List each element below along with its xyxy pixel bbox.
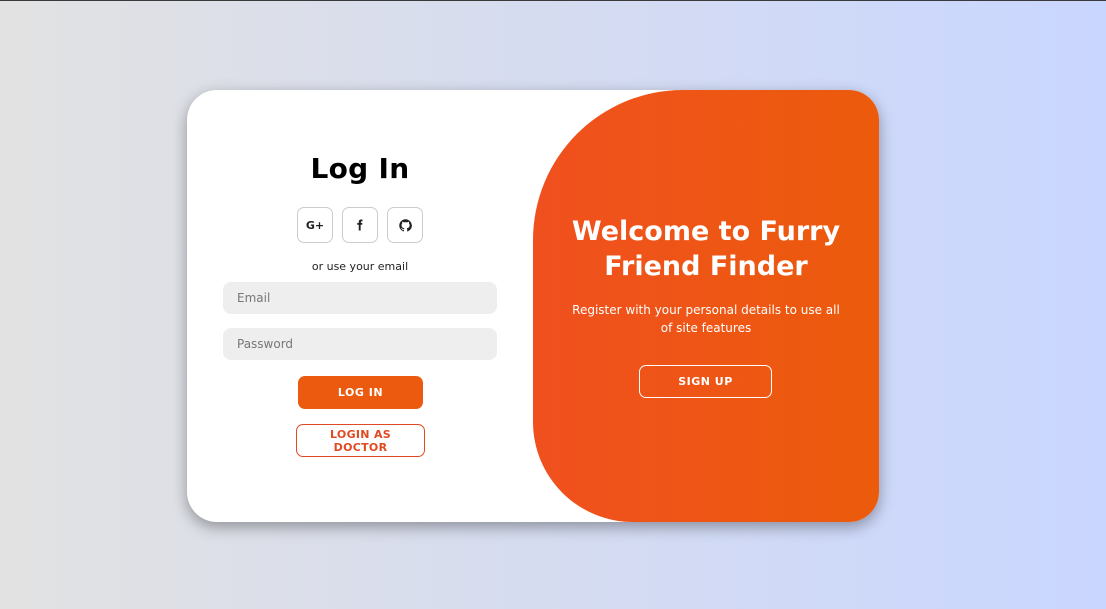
facebook-button[interactable] <box>342 207 378 243</box>
facebook-icon <box>357 219 363 231</box>
social-login-row: G+ <box>297 207 423 243</box>
login-button[interactable]: LOG IN <box>298 376 423 409</box>
welcome-panel: Welcome to Furry Friend Finder Register … <box>533 90 879 522</box>
welcome-subtext: Register with your personal details to u… <box>553 301 859 337</box>
github-button[interactable] <box>387 207 423 243</box>
welcome-heading-line-1: Welcome to Furry <box>571 216 841 247</box>
welcome-subtext-line-2: of site features <box>660 321 752 335</box>
google-plus-icon: G+ <box>305 218 325 232</box>
github-icon <box>398 218 412 231</box>
login-form: Log In G+ or use your email LOG IN LOGIN… <box>187 90 533 522</box>
welcome-heading: Welcome to Furry Friend Finder <box>533 214 879 284</box>
welcome-heading-line-2: Friend Finder <box>604 251 808 282</box>
welcome-subtext-line-1: Register with your personal details to u… <box>572 303 840 317</box>
auth-card: Log In G+ or use your email LOG IN LOGIN… <box>187 90 879 522</box>
email-field[interactable] <box>223 282 497 314</box>
sign-up-button[interactable]: SIGN UP <box>639 365 772 398</box>
google-plus-button[interactable]: G+ <box>297 207 333 243</box>
page-title: Log In <box>310 152 410 185</box>
login-as-doctor-button[interactable]: LOGIN AS DOCTOR <box>296 424 425 457</box>
password-field[interactable] <box>223 328 497 360</box>
divider-text: or use your email <box>311 260 409 273</box>
